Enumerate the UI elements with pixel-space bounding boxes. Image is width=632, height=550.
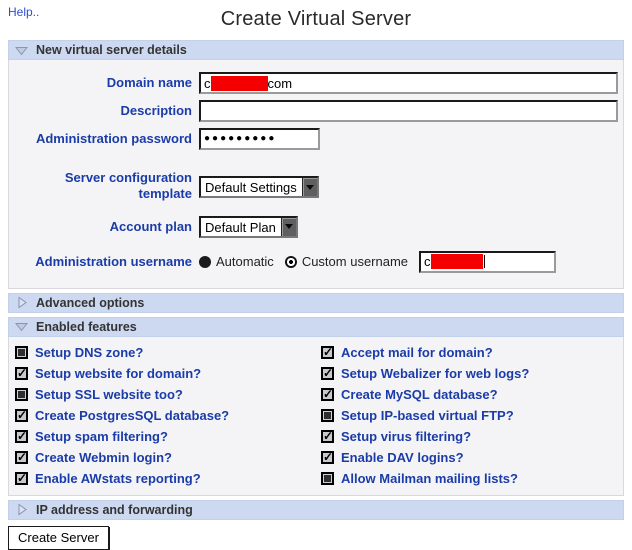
feature-item: Setup DNS zone?	[15, 344, 321, 361]
plan-label: Account plan	[109, 218, 192, 234]
dropdown-arrow-icon	[301, 178, 317, 196]
feature-label: Setup IP-based virtual FTP?	[341, 407, 514, 423]
template-select[interactable]: Default Settings	[199, 176, 319, 198]
section-title: New virtual server details	[36, 43, 187, 57]
redacted-value	[430, 254, 483, 269]
radio-label-custom-username: Custom username	[301, 254, 409, 269]
feature-checkbox[interactable]	[321, 345, 334, 359]
feature-label: Create MySQL database?	[341, 386, 498, 402]
feature-item: Setup virus filtering?	[321, 428, 627, 445]
text-caret	[483, 255, 485, 268]
password-dots: ●●●●●●●●●	[204, 133, 277, 144]
feature-checkbox[interactable]	[321, 408, 334, 422]
feature-label: Enable DAV logins?	[341, 449, 464, 465]
feature-label: Enable AWstats reporting?	[35, 470, 201, 486]
admin-username-label: Administration username	[35, 253, 192, 269]
domain-name-input[interactable]: c com	[199, 72, 618, 94]
feature-checkbox[interactable]	[15, 387, 28, 401]
section-advanced-options: Advanced options	[8, 292, 624, 313]
create-server-button[interactable]: Create Server	[8, 525, 109, 550]
feature-label: Setup SSL website too?	[35, 386, 183, 402]
section-title: Enabled features	[36, 319, 137, 334]
feature-item: Setup IP-based virtual FTP?	[321, 407, 627, 424]
feature-label: Setup DNS zone?	[35, 344, 144, 360]
feature-checkbox[interactable]	[15, 408, 28, 422]
triangle-right-icon	[18, 296, 27, 309]
section-new-virtual-server-details: New virtual server details Domain name c…	[8, 40, 624, 289]
form-row-template: Server configuration template Default Se…	[9, 160, 619, 203]
feature-item: Setup website for domain?	[15, 365, 321, 382]
section-header-ip[interactable]: IP address and forwarding	[8, 499, 624, 520]
feature-checkbox[interactable]	[321, 429, 334, 443]
triangle-right-icon	[18, 503, 27, 516]
feature-checkbox[interactable]	[321, 366, 334, 380]
domain-name-value-suffix: com	[267, 75, 293, 91]
admin-password-label: Administration password	[35, 131, 192, 146]
triangle-down-icon	[15, 323, 28, 332]
plan-select[interactable]: Default Plan	[199, 215, 298, 238]
feature-item: Setup SSL website too?	[15, 386, 321, 403]
feature-item: Create MySQL database?	[321, 386, 627, 403]
feature-item: Enable AWstats reporting?	[15, 470, 321, 487]
description-input[interactable]	[199, 100, 618, 122]
help-link[interactable]: Help..	[8, 5, 39, 19]
triangle-down-icon	[15, 46, 28, 55]
feature-label: Setup spam filtering?	[35, 428, 168, 444]
feature-item: Setup spam filtering?	[15, 428, 321, 445]
feature-label: Allow Mailman mailing lists?	[341, 470, 518, 486]
section-title: Advanced options	[36, 295, 145, 310]
feature-item: Enable DAV logins?	[321, 449, 627, 466]
feature-item: Create Webmin login?	[15, 449, 321, 466]
details-body: Domain name c com Description Administrat…	[8, 60, 624, 289]
feature-checkbox[interactable]	[15, 429, 28, 443]
custom-username-input[interactable]: c	[419, 250, 557, 273]
form-row-plan: Account plan Default Plan	[9, 215, 619, 238]
feature-item: Setup Webalizer for web logs?	[321, 365, 627, 382]
feature-label: Create PostgresSQL database?	[35, 407, 230, 423]
description-label: Description	[120, 103, 192, 118]
template-selected-value: Default Settings	[205, 180, 297, 195]
feature-checkbox[interactable]	[321, 387, 334, 401]
page-title: Create Virtual Server	[220, 8, 412, 30]
feature-checkbox[interactable]	[15, 345, 28, 359]
main-content: New virtual server details Domain name c…	[8, 40, 624, 520]
radio-label-automatic: Automatic	[216, 254, 274, 269]
feature-label: Create Webmin login?	[35, 449, 172, 465]
section-enabled-features: Enabled features Setup DNS zone? Accept m…	[8, 316, 624, 496]
feature-label: Setup Webalizer for web logs?	[341, 365, 530, 381]
section-header-details[interactable]: New virtual server details	[8, 40, 624, 60]
feature-item: Accept mail for domain?	[321, 344, 627, 361]
radio-automatic[interactable]	[199, 255, 211, 268]
plan-selected-value: Default Plan	[205, 219, 276, 235]
admin-password-input[interactable]: ●●●●●●●●●	[199, 128, 320, 150]
template-label: Server configuration template	[64, 170, 192, 202]
form-row-admin-password: Administration password ●●●●●●●●●	[9, 127, 619, 150]
section-title: IP address and forwarding	[36, 502, 193, 517]
section-header-features[interactable]: Enabled features	[8, 316, 624, 337]
feature-checkbox[interactable]	[321, 450, 334, 464]
feature-checkbox[interactable]	[15, 366, 28, 380]
feature-label: Setup virus filtering?	[341, 428, 472, 444]
top-bar: Help.. Create Virtual Server	[0, 0, 632, 40]
form-row-domain-name: Domain name c com	[9, 71, 619, 94]
feature-checkbox[interactable]	[15, 471, 28, 485]
feature-item: Allow Mailman mailing lists?	[321, 470, 627, 487]
feature-checkbox[interactable]	[15, 450, 28, 464]
section-header-advanced[interactable]: Advanced options	[8, 292, 624, 313]
radio-custom-username[interactable]	[284, 255, 297, 268]
dropdown-arrow-icon	[280, 217, 296, 236]
feature-checkbox[interactable]	[321, 471, 334, 485]
features-grid: Setup DNS zone? Accept mail for domain? Se…	[9, 337, 623, 495]
domain-name-label: Domain name	[106, 75, 192, 90]
feature-item: Create PostgresSQL database?	[15, 407, 321, 424]
section-ip-address: IP address and forwarding	[8, 499, 624, 520]
feature-label: Accept mail for domain?	[341, 344, 493, 360]
form-row-description: Description	[9, 99, 619, 122]
redacted-value	[210, 75, 268, 91]
feature-label: Setup website for domain?	[35, 365, 202, 381]
form-row-admin-username: Administration username Automatic Custom …	[9, 250, 619, 273]
